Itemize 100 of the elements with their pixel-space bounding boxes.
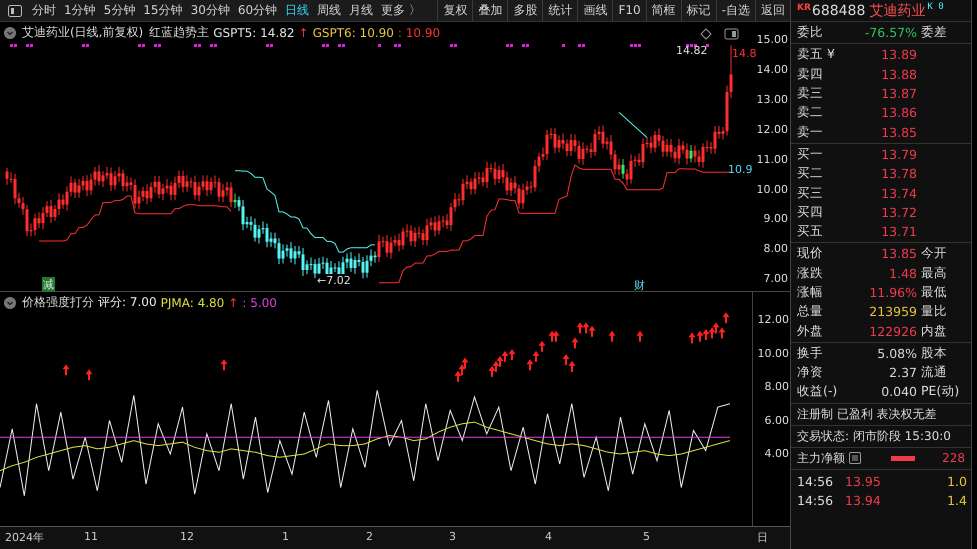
period-tab[interactable]: 30分钟 [186,2,234,19]
axis-label: 日 [757,530,768,546]
legend-value: ↑ [228,296,238,310]
period-tab[interactable]: 分时 [28,2,60,19]
axis-label: 4.00 [764,447,789,460]
toolbar-button[interactable]: 多股 [507,0,542,21]
axis-label: 13.00 [756,92,788,106]
field-label: 量比 [921,303,948,320]
axis-label: 12 [180,530,194,544]
trade-time: 14:56 [797,474,834,489]
up-arrow-marker [608,331,616,342]
toolbar-button[interactable]: 叠加 [472,0,508,21]
collapse-chevron-icon[interactable] [4,26,16,38]
toolbar-button[interactable]: 统计 [542,0,578,21]
period-tab[interactable]: 日线 [281,2,314,19]
ask-price: 13.86 [880,105,917,120]
field-value: 11.96% [868,285,917,300]
chart-annotation: 财 [633,278,646,293]
axis-label: 11.00 [756,152,788,166]
chart-title: 艾迪药业(日线,前复权) [22,24,144,41]
panel-toggle-icon[interactable] [8,4,22,16]
bid-label: 买四 [797,204,824,221]
period-tab[interactable]: 5分钟 [100,2,140,19]
field-label: 涨跌 [797,264,824,282]
axis-label: 10.00 [756,182,788,196]
toolbar-button[interactable]: 复权 [437,0,472,21]
list-icon[interactable] [849,452,861,464]
field-value: 5.08% [876,346,917,361]
axis-label: 8.00 [764,242,788,256]
indicator-name: 红蓝趋势主 [149,24,210,41]
axis-label: 14.00 [756,62,788,76]
period-tab[interactable]: 60分钟 [234,2,282,19]
axis-label: 2 [366,530,373,544]
resistance-line [618,112,648,138]
stock-name: 艾迪药业 [869,2,926,20]
trade-volume: 1.0 [946,474,968,489]
legend-value: : 10.90 [398,26,440,40]
trade-volume: 1.4 [946,492,968,508]
axis-label: 6.00 [764,414,789,427]
chart-annotation: ←7.02 [316,274,352,287]
bid-label: 买二 [797,165,824,182]
field-label: PE(动) [921,383,960,400]
period-tab[interactable]: 更多 〉 [377,2,425,19]
period-tab[interactable]: 15分钟 [139,2,187,19]
field-value: 1.48 [888,266,917,281]
field-label: 内盘 [921,322,948,340]
toolbar-button[interactable]: 画线 [577,0,612,21]
field-value: 122926 [868,324,917,339]
ask-label: 卖四 [797,66,824,83]
axis-label: 2024年 [5,530,44,546]
legend-value: GSPT5: 14.82 [213,26,295,40]
up-arrow-marker [572,338,578,349]
field-value: -76.57% [864,25,917,40]
trade-price: 13.95 [845,474,882,489]
bid-label: 买三 [797,184,824,202]
axis-label: 9.00 [764,212,788,226]
period-tab[interactable]: 月线 [345,2,378,19]
period-tab[interactable]: 周线 [313,2,346,19]
field-label: 总量 [797,303,824,320]
toolbar-button[interactable]: -自选 [716,0,755,21]
legend-value: 评分: 7.00 [98,294,157,312]
flow-bar [891,456,915,461]
collapse-chevron-icon[interactable] [4,296,16,309]
period-tab[interactable]: 1分钟 [60,2,100,19]
legend-value: : 5.00 [242,296,277,310]
axis-label: 1 [282,530,289,544]
chart-annotation: 14.8 [731,47,758,60]
toolbar-button[interactable]: 简框 [646,0,681,21]
field-label: 最高 [921,264,948,282]
bid-label: 买五 [797,223,824,240]
trade-time: 14:56 [797,492,834,508]
toolbar-button[interactable]: 标记 [680,0,716,21]
field-label: 现价 [797,245,824,262]
ask-price: 13.87 [880,86,917,102]
field-label: 收益(-) [797,383,838,400]
ask-price: 13.89 [880,47,917,62]
toolbar-icons-drawing[interactable] [700,28,740,40]
axis-label: 12.00 [758,313,789,326]
legend-value: GSPT6: 10.90 [312,26,394,40]
axis-label: 3 [449,530,456,544]
axis-label: 5 [643,530,650,544]
axis-label: 11 [84,530,98,544]
up-arrow-marker [62,364,70,376]
field-value: 228 [942,450,965,467]
ask-label: 卖一 [797,124,824,141]
chart-annotation: 14.82 [675,44,708,57]
field-label: 流通 [921,364,948,382]
field-value: 0.040 [880,384,917,400]
axis-label: 7.00 [764,272,788,286]
axis-label: 15.00 [756,33,788,46]
chart-annotation: 10.9 [727,163,754,176]
field-label: 股本 [921,344,948,362]
toolbar-button[interactable]: F10 [612,0,646,21]
bid-price: 13.71 [880,224,917,240]
ask-label: 卖二 [797,104,824,122]
stock-flags: K 0 [927,2,944,12]
legend-value: PJMA: 4.80 [160,296,224,310]
field-value: 2.37 [888,365,917,380]
field-label: 外盘 [797,322,824,340]
stock-tags: 注册制 已盈利 表决权无差 [797,406,937,421]
